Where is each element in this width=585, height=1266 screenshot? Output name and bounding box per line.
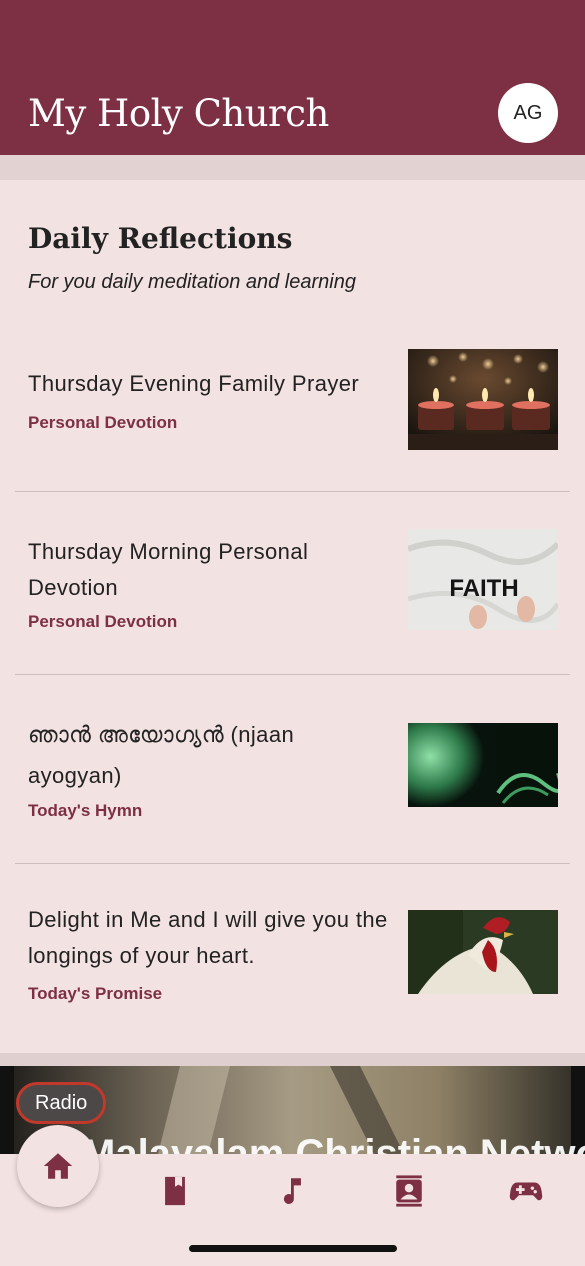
header-shadow-strip xyxy=(0,155,585,180)
reflection-category: Personal Devotion xyxy=(28,413,178,432)
reflection-category: Today's Promise xyxy=(28,984,163,1003)
avatar[interactable]: AG xyxy=(498,83,558,143)
home-icon xyxy=(43,1153,73,1179)
reflection-title: Thursday Morning Personal Devotion xyxy=(28,539,309,600)
reflection-title: Thursday Evening Family Prayer xyxy=(28,371,360,396)
section-separator xyxy=(0,1053,585,1067)
rooster-image xyxy=(408,910,558,994)
tab-music[interactable] xyxy=(274,1174,308,1208)
app-header: My Holy Church AG xyxy=(0,0,585,155)
reflection-title: ഞാൻ അയോഗ്യൻ (njaan ayogyan) xyxy=(28,722,295,788)
reflection-category: Today's Hymn xyxy=(28,801,143,820)
faith-shirt-text: FAITH xyxy=(449,575,518,602)
reflection-item[interactable]: Delight in Me and I will give you the lo… xyxy=(15,900,570,1003)
green-smoke-image xyxy=(408,723,558,807)
divider xyxy=(15,491,570,492)
reflection-item[interactable]: Thursday Evening Family Prayer Personal … xyxy=(15,349,570,450)
book-icon xyxy=(165,1176,185,1206)
candles-image xyxy=(408,349,558,450)
gamepad-icon xyxy=(509,1182,543,1201)
contacts-icon xyxy=(396,1175,422,1207)
section-subtitle: For you daily meditation and learning xyxy=(28,271,356,293)
reflection-category: Personal Devotion xyxy=(28,612,178,631)
home-indicator[interactable] xyxy=(189,1245,397,1252)
divider xyxy=(15,674,570,675)
reflection-item[interactable]: Thursday Morning Personal Devotion Perso… xyxy=(15,529,570,631)
tab-contacts[interactable] xyxy=(392,1174,426,1208)
app-title: My Holy Church xyxy=(28,92,329,135)
radio-label-badge[interactable]: Radio xyxy=(16,1082,107,1124)
home-tab[interactable] xyxy=(17,1125,99,1207)
reflection-item[interactable]: ഞാൻ അയോഗ്യൻ (njaan ayogyan) Today's Hymn xyxy=(15,714,570,820)
music-note-icon xyxy=(283,1178,301,1204)
section-title: Daily Reflections xyxy=(28,222,293,255)
divider xyxy=(15,863,570,864)
reflection-title: Delight in Me and I will give you the lo… xyxy=(28,907,388,968)
tab-reading[interactable] xyxy=(158,1174,192,1208)
tab-games[interactable] xyxy=(509,1174,543,1208)
faith-shirt-image: FAITH xyxy=(408,529,558,630)
